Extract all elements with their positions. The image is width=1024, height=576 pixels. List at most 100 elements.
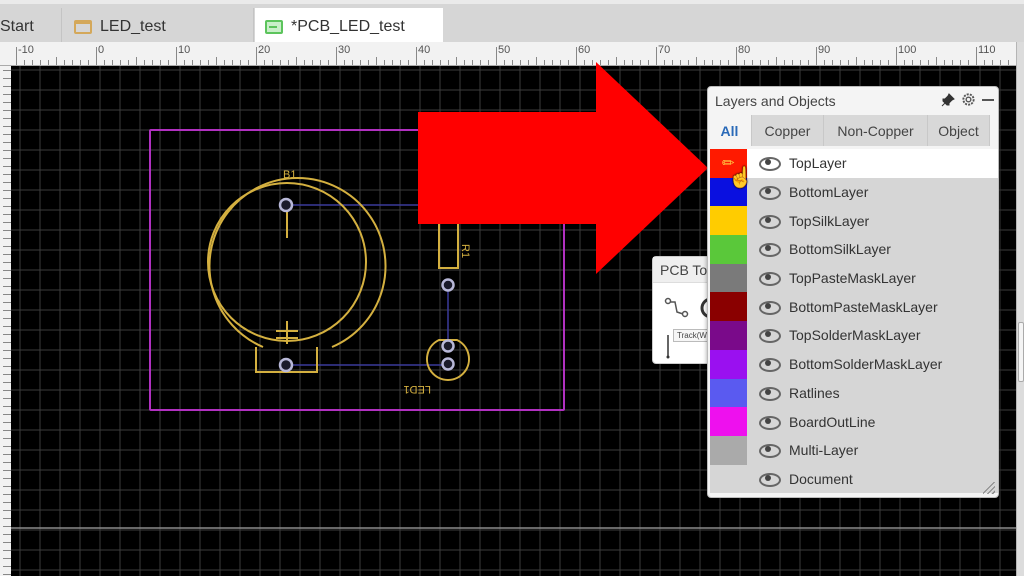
- layer-row-topsoldermasklayer[interactable]: TopSolderMaskLayer: [710, 321, 998, 350]
- gear-icon[interactable]: [958, 92, 978, 110]
- ruler-tick: [376, 57, 377, 65]
- ruler-tick: [3, 310, 11, 311]
- layer-color-swatch[interactable]: [710, 321, 747, 350]
- eye-icon[interactable]: [759, 300, 781, 315]
- layer-row-bottomsoldermasklayer[interactable]: BottomSolderMaskLayer: [710, 349, 998, 379]
- tab-copper[interactable]: Copper: [752, 115, 824, 146]
- tab-non-copper[interactable]: Non-Copper: [824, 115, 928, 146]
- layer-color-swatch[interactable]: [710, 464, 747, 494]
- ruler-tick: [3, 294, 11, 295]
- ruler-tick: [80, 60, 81, 65]
- layer-color-swatch[interactable]: [710, 263, 747, 293]
- layer-name: Document: [789, 470, 853, 487]
- layer-color-swatch[interactable]: ✏ ☝: [710, 149, 753, 189]
- component-b1: [207, 177, 387, 373]
- tab-led-test[interactable]: LED_test: [64, 8, 254, 46]
- layer-color-swatch[interactable]: [710, 206, 747, 236]
- ruler-tick: [280, 60, 281, 65]
- layer-color-swatch[interactable]: [710, 378, 747, 408]
- ruler-label: 30: [338, 44, 351, 56]
- layer-color-swatch[interactable]: [710, 292, 747, 322]
- eye-icon[interactable]: [759, 329, 781, 344]
- layer-color-swatch[interactable]: [710, 349, 747, 379]
- layer-row-bottomlayer[interactable]: BottomLayer: [710, 177, 998, 207]
- ruler-label: 10: [178, 44, 191, 56]
- ruler-tick: [928, 60, 929, 65]
- ruler-label: 70: [658, 44, 671, 56]
- ruler-tick: [3, 502, 11, 503]
- layer-name: TopSilkLayer: [789, 212, 870, 229]
- layer-color-swatch[interactable]: [710, 235, 747, 264]
- eye-icon[interactable]: [759, 186, 781, 201]
- layer-row-multi-layer[interactable]: Multi-Layer: [710, 435, 998, 465]
- vertical-scrollbar[interactable]: [1016, 42, 1024, 576]
- document-tab-bar: Start LED_test *PCB_LED_test: [0, 0, 1024, 46]
- pin-icon[interactable]: [938, 92, 958, 110]
- ruler-tick: [144, 60, 145, 65]
- ruler-tick: [3, 510, 11, 511]
- eye-icon[interactable]: [759, 157, 781, 172]
- ruler-tick: [3, 318, 11, 319]
- dimension-tool-icon[interactable]: [663, 333, 673, 359]
- minimize-icon[interactable]: [978, 93, 998, 110]
- ruler-tick: [3, 422, 11, 423]
- panel-title: Layers and Objects: [715, 93, 836, 109]
- track-tool-icon[interactable]: [663, 295, 689, 321]
- layer-row-toplayer[interactable]: ✏ ☝ TopLayer: [710, 149, 998, 189]
- ruler-tick: [3, 158, 11, 159]
- ruler-tick: [992, 60, 993, 65]
- layer-row-bottompastemasklayer[interactable]: BottomPasteMaskLayer: [710, 292, 998, 322]
- ruler-tick: [216, 57, 217, 65]
- ruler-label: 90: [818, 44, 831, 56]
- ruler-tick: [128, 60, 129, 65]
- tab-pcb-led-test[interactable]: *PCB_LED_test: [255, 8, 443, 46]
- resize-grip[interactable]: [983, 482, 995, 494]
- eye-icon[interactable]: [759, 214, 781, 229]
- tab-all[interactable]: All: [708, 115, 752, 146]
- layer-color-swatch[interactable]: [710, 407, 747, 436]
- ruler-tick: [240, 60, 241, 65]
- tab-object[interactable]: Object: [928, 115, 990, 146]
- ruler-tick: [3, 222, 11, 223]
- ruler-tick: [912, 60, 913, 65]
- eye-icon[interactable]: [759, 386, 781, 401]
- ruler-tick: [3, 558, 11, 559]
- layer-name: BottomLayer: [789, 184, 869, 201]
- layer-row-document[interactable]: Document: [710, 464, 998, 494]
- ruler-tick: [816, 47, 817, 65]
- tab-start[interactable]: Start: [0, 8, 62, 46]
- layer-row-topsilklayer[interactable]: TopSilkLayer: [710, 206, 998, 236]
- ruler-tick: [48, 60, 49, 65]
- ruler-tick: [952, 60, 953, 65]
- ruler-tick: [304, 60, 305, 65]
- ruler-tick: [960, 60, 961, 65]
- eye-icon[interactable]: [759, 358, 781, 373]
- ruler-tick: [3, 486, 11, 487]
- layer-name: BottomSilkLayer: [789, 241, 891, 258]
- eye-icon[interactable]: [759, 243, 781, 258]
- eye-icon[interactable]: [759, 472, 781, 487]
- ruler-tick: [3, 566, 11, 567]
- layer-color-swatch[interactable]: [710, 435, 747, 465]
- ruler-tick: [24, 60, 25, 65]
- ruler-tick: [328, 60, 329, 65]
- ruler-tick: [3, 142, 11, 143]
- layer-row-ratlines[interactable]: Ratlines: [710, 378, 998, 408]
- ruler-tick: [200, 60, 201, 65]
- layer-row-bottomsilklayer[interactable]: BottomSilkLayer: [710, 235, 998, 264]
- ruler-tick: [56, 57, 57, 65]
- ruler-tick: [360, 60, 361, 65]
- ruler-tick: [752, 60, 753, 65]
- ruler-tick: [3, 278, 11, 279]
- ruler-tick: [344, 60, 345, 65]
- tab-label: LED_test: [100, 18, 166, 35]
- eye-icon[interactable]: [759, 444, 781, 459]
- scrollbar-handle[interactable]: [1018, 322, 1024, 382]
- layer-row-toppastemasklayer[interactable]: TopPasteMaskLayer: [710, 263, 998, 293]
- eye-icon[interactable]: [759, 415, 781, 430]
- layer-row-boardoutline[interactable]: BoardOutLine: [710, 407, 998, 436]
- ruler-label: 110: [978, 44, 996, 56]
- ruler-tick: [3, 86, 11, 87]
- eye-icon[interactable]: [759, 272, 781, 287]
- ruler-tick: [3, 494, 11, 495]
